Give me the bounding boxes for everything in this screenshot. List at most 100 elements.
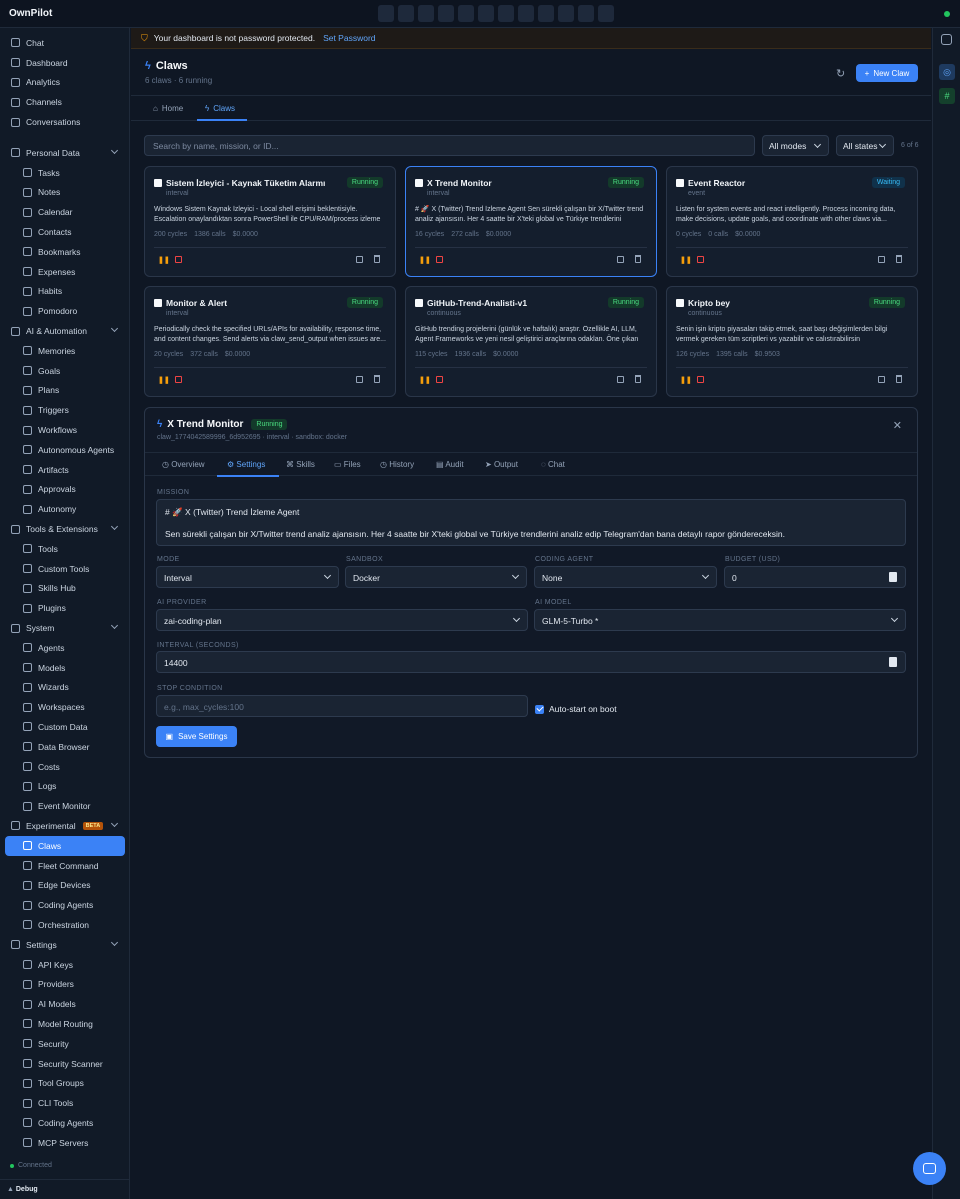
stop-condition-input[interactable]: e.g., max_cycles:100 xyxy=(156,695,528,717)
stop-icon[interactable] xyxy=(436,256,443,263)
tab-files[interactable]: ▭ Files xyxy=(334,460,361,469)
select-checkbox[interactable] xyxy=(415,179,423,187)
copy-icon[interactable] xyxy=(617,256,624,263)
sidebar-item-mcp-servers[interactable]: MCP Servers xyxy=(0,1133,130,1153)
window-tab[interactable] xyxy=(378,5,394,22)
sidebar-item-agents[interactable]: Agents xyxy=(0,638,130,658)
sidebar-item-calendar[interactable]: Calendar xyxy=(0,202,130,222)
sidebar-item-notes[interactable]: Notes xyxy=(0,183,130,203)
sidebar-item-memories[interactable]: Memories xyxy=(0,341,130,361)
sidebar-item-chat[interactable]: Chat xyxy=(0,33,130,53)
sidebar-item-event-monitor[interactable]: Event Monitor xyxy=(0,796,130,816)
tab-audit[interactable]: ▤ Audit xyxy=(436,460,464,469)
state-filter-select[interactable]: All states xyxy=(836,135,894,156)
sidebar-item-expenses[interactable]: Expenses xyxy=(0,262,130,282)
tab-claws[interactable]: ϟ Claws xyxy=(205,104,235,113)
copy-icon[interactable] xyxy=(617,376,624,383)
tab-history[interactable]: ◷ History xyxy=(380,460,414,469)
select-checkbox[interactable] xyxy=(154,299,162,307)
trash-icon[interactable] xyxy=(896,255,902,263)
sidebar-item-tools[interactable]: Tools xyxy=(0,539,130,559)
trash-icon[interactable] xyxy=(374,375,380,383)
sidebar-item-analytics[interactable]: Analytics xyxy=(0,73,130,93)
copy-icon[interactable] xyxy=(356,376,363,383)
sidebar-item-workspaces[interactable]: Workspaces xyxy=(0,697,130,717)
window-tab[interactable] xyxy=(398,5,414,22)
provider-select[interactable]: zai-coding-plan xyxy=(156,609,528,631)
copy-icon[interactable] xyxy=(878,256,885,263)
hash-icon[interactable]: # xyxy=(939,88,955,104)
sandbox-select[interactable]: Docker xyxy=(345,566,527,588)
window-tab[interactable] xyxy=(578,5,594,22)
claw-card[interactable]: Event Reactor event Waiting Listen for syst… xyxy=(666,166,918,277)
trash-icon[interactable] xyxy=(374,255,380,263)
tab-skills[interactable]: ⌘ Skills xyxy=(286,460,315,469)
sidebar-item-workflows[interactable]: Workflows xyxy=(0,420,130,440)
trash-icon[interactable] xyxy=(635,375,641,383)
debug-toggle[interactable]: ▲ Debug xyxy=(0,1179,130,1199)
claw-card[interactable]: GitHub-Trend-Analisti-v1 continuous Runnin… xyxy=(405,286,657,397)
sidebar-item-bookmarks[interactable]: Bookmarks xyxy=(0,242,130,262)
mission-textarea[interactable]: # 🚀 X (Twitter) Trend İzleme Agent Sen s… xyxy=(156,499,906,546)
sidebar-item-settings[interactable]: Settings xyxy=(0,935,130,955)
sidebar-item-custom-data[interactable]: Custom Data xyxy=(0,717,130,737)
sidebar-item-plans[interactable]: Plans xyxy=(0,381,130,401)
claw-card[interactable]: X Trend Monitor interval Running # 🚀 X (Twi… xyxy=(405,166,657,277)
sidebar-item-system[interactable]: System xyxy=(0,618,130,638)
sidebar-item-ai-automation[interactable]: AI & Automation xyxy=(0,321,130,341)
sidebar-item-cli-tools[interactable]: CLI Tools xyxy=(0,1093,130,1113)
sidebar-item-skills-hub[interactable]: Skills Hub xyxy=(0,579,130,599)
window-tab[interactable] xyxy=(518,5,534,22)
chevron-down-icon[interactable] xyxy=(110,622,119,630)
pause-icon[interactable]: ❚❚ xyxy=(680,256,692,264)
window-tab[interactable] xyxy=(418,5,434,22)
trash-icon[interactable] xyxy=(635,255,641,263)
window-tab[interactable] xyxy=(538,5,554,22)
chat-fab-button[interactable] xyxy=(913,1152,946,1185)
model-select[interactable]: GLM-5-Turbo * xyxy=(534,609,906,631)
sidebar-item-triggers[interactable]: Triggers xyxy=(0,400,130,420)
sidebar-item-personal-data[interactable]: Personal Data xyxy=(0,143,130,163)
tab-home[interactable]: ⌂ Home xyxy=(153,104,183,113)
window-tab[interactable] xyxy=(558,5,574,22)
stop-icon[interactable] xyxy=(436,376,443,383)
pause-icon[interactable]: ❚❚ xyxy=(158,376,170,384)
pause-icon[interactable]: ❚❚ xyxy=(419,376,431,384)
window-tab[interactable] xyxy=(478,5,494,22)
sidebar-item-fleet-command[interactable]: Fleet Command xyxy=(0,856,130,876)
sidebar-item-contacts[interactable]: Contacts xyxy=(0,222,130,242)
chevron-down-icon[interactable] xyxy=(110,523,119,531)
sidebar-item-conversations[interactable]: Conversations xyxy=(0,112,130,132)
select-checkbox[interactable] xyxy=(676,299,684,307)
sidebar-item-habits[interactable]: Habits xyxy=(0,282,130,302)
claw-card[interactable]: Kripto bey continuous Running Senin işin kr… xyxy=(666,286,918,397)
sidebar-item-dashboard[interactable]: Dashboard xyxy=(0,53,130,73)
mode-select[interactable]: Interval xyxy=(156,566,339,588)
sidebar-item-providers[interactable]: Providers xyxy=(0,974,130,994)
pause-icon[interactable]: ❚❚ xyxy=(680,376,692,384)
stop-icon[interactable] xyxy=(175,376,182,383)
copy-icon[interactable] xyxy=(356,256,363,263)
mode-filter-select[interactable]: All modes xyxy=(762,135,829,156)
sidebar-item-coding-agents[interactable]: Coding Agents xyxy=(0,895,130,915)
chevron-down-icon[interactable] xyxy=(110,146,119,155)
sidebar-item-tools-extensions[interactable]: Tools & Extensions xyxy=(0,519,130,539)
set-password-link[interactable]: Set Password xyxy=(323,33,375,43)
sidebar-item-autonomy[interactable]: Autonomy xyxy=(0,499,130,519)
new-claw-button[interactable]: + New Claw xyxy=(856,64,918,82)
select-checkbox[interactable] xyxy=(154,179,162,187)
sidebar-item-coding-agents[interactable]: Coding Agents xyxy=(0,1113,130,1133)
stop-icon[interactable] xyxy=(697,376,704,383)
sidebar-item-approvals[interactable]: Approvals xyxy=(0,480,130,500)
claw-card[interactable]: Monitor & Alert interval Running Periodical… xyxy=(144,286,396,397)
sidebar-item-ai-models[interactable]: AI Models xyxy=(0,994,130,1014)
chevron-down-icon[interactable] xyxy=(110,325,119,333)
coding-agent-select[interactable]: None xyxy=(534,566,717,588)
interval-input[interactable]: 14400 xyxy=(156,651,906,673)
save-settings-button[interactable]: ▣ Save Settings xyxy=(156,726,237,747)
select-checkbox[interactable] xyxy=(676,179,684,187)
tab-chat[interactable]: ◌ Chat xyxy=(541,460,565,469)
sidebar-item-claws[interactable]: Claws xyxy=(5,835,125,856)
sidebar-item-custom-tools[interactable]: Custom Tools xyxy=(0,559,130,579)
trash-icon[interactable] xyxy=(896,375,902,383)
